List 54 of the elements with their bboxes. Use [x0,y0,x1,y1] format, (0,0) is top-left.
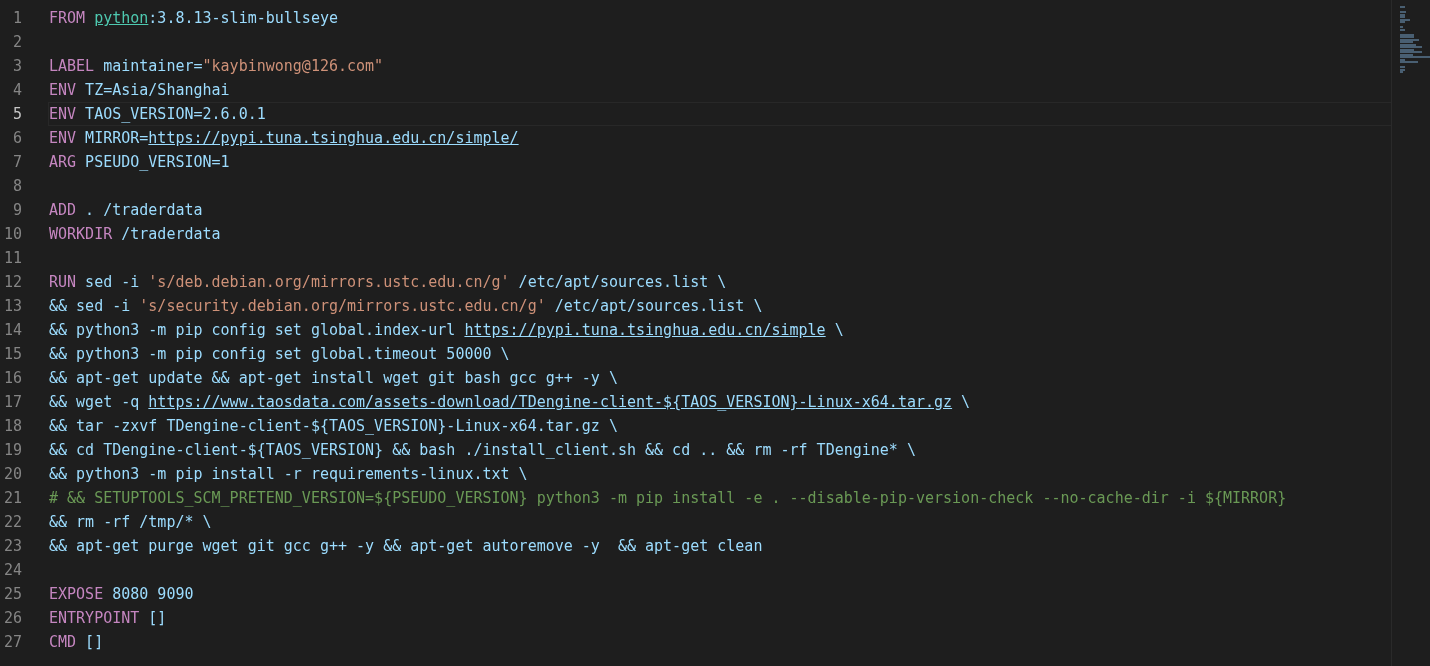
line-number: 26 [2,609,22,627]
line-number: 12 [2,273,22,291]
code-line: && rm -rf /tmp/* \ [49,513,212,531]
line-number: 3 [11,57,22,75]
code-line: FROM python:3.8.13-slim-bullseye [49,9,338,27]
line-number: 11 [2,249,22,267]
link[interactable]: https://pypi.tuna.tsinghua.edu.cn/simple [464,321,826,339]
link[interactable]: https://www.taosdata.com/assets-download/TDengine-client-${TAOS_VERSION}-Linux-x64.tar.gz [148,393,953,411]
code-line: ENV MIRROR=https://pypi.tuna.tsinghua.edu.cn/simple/ [49,129,519,147]
line-number: 20 [2,465,22,483]
line-number: 23 [2,537,22,555]
code-line: && apt-get purge wget git gcc g++ -y && apt-get autoremove -y && apt-get clean [49,537,763,555]
line-number: 8 [11,177,22,195]
line-number: 6 [11,129,22,147]
code-line: CMD [] [49,633,104,651]
line-number: 19 [2,441,22,459]
line-number: 17 [2,393,22,411]
code-line: ENTRYPOINT [] [49,609,167,627]
line-number: 25 [2,585,22,603]
code-line: RUN sed -i 's/deb.debian.org/mirrors.ustc.edu.cn/g' /etc/apt/sources.list \ [49,273,727,291]
link[interactable]: https://pypi.tuna.tsinghua.edu.cn/simple/ [148,129,519,147]
code-line: && python3 -m pip config set global.index-url https://pypi.tuna.tsinghua.edu.cn/simple \ [49,321,844,339]
line-number: 16 [2,369,22,387]
line-number: 1 [11,9,22,27]
code-line: && cd TDengine-client-${TAOS_VERSION} && bash ./install_client.sh && cd .. && rm -rf TDengine* \ [49,441,916,459]
code-line: EXPOSE 8080 9090 [49,585,194,603]
line-number: 18 [2,417,22,435]
minimap-drawing[interactable] [1391,0,1430,666]
code-line: ARG PSEUDO_VERSION=1 [49,153,230,171]
code-line: # && SETUPTOOLS_SCM_PRETEND_VERSION=${PSEUDO_VERSION} python3 -m pip install -e . --disable-pip-version-check --no-cache-dir -i ${MIRROR} [49,489,1287,507]
line-number: 14 [2,321,22,339]
line-number: 15 [2,345,22,363]
line-number: 24 [2,561,22,579]
code-line: ENV TZ=Asia/Shanghai [49,81,230,99]
code-line: ADD . /traderdata [49,201,203,219]
line-number: 27 [2,633,22,651]
line-number: 10 [2,225,22,243]
code-line: && python3 -m pip install -r requirements-linux.txt \ [49,465,528,483]
line-number: 9 [11,201,22,219]
line-number: 2 [11,33,22,51]
code-line: && wget -q https://www.taosdata.com/assets-download/TDengine-client-${TAOS_VERSION}-Linux-x64.tar.gz \ [49,393,971,411]
code-line: LABEL maintainer="kaybinwong@126.com" [49,57,384,75]
code-line: && apt-get update && apt-get install wget git bash gcc g++ -y \ [49,369,618,387]
line-number: 13 [2,297,22,315]
line-number: 4 [11,81,22,99]
code-line: && sed -i 's/security.debian.org/mirrors.ustc.edu.cn/g' /etc/apt/sources.list \ [49,297,763,315]
code-line: ENV TAOS_VERSION=2.6.0.1 [49,105,266,123]
line-number: 22 [2,513,22,531]
code-line: WORKDIR /traderdata [49,225,221,243]
code-line: && tar -zxvf TDengine-client-${TAOS_VERSION}-Linux-x64.tar.gz \ [49,417,618,435]
line-number: 21 [2,489,22,507]
code-line: && python3 -m pip config set global.timeout 50000 \ [49,345,510,363]
line-number: 7 [11,153,22,171]
line-number: 5 [11,105,22,123]
